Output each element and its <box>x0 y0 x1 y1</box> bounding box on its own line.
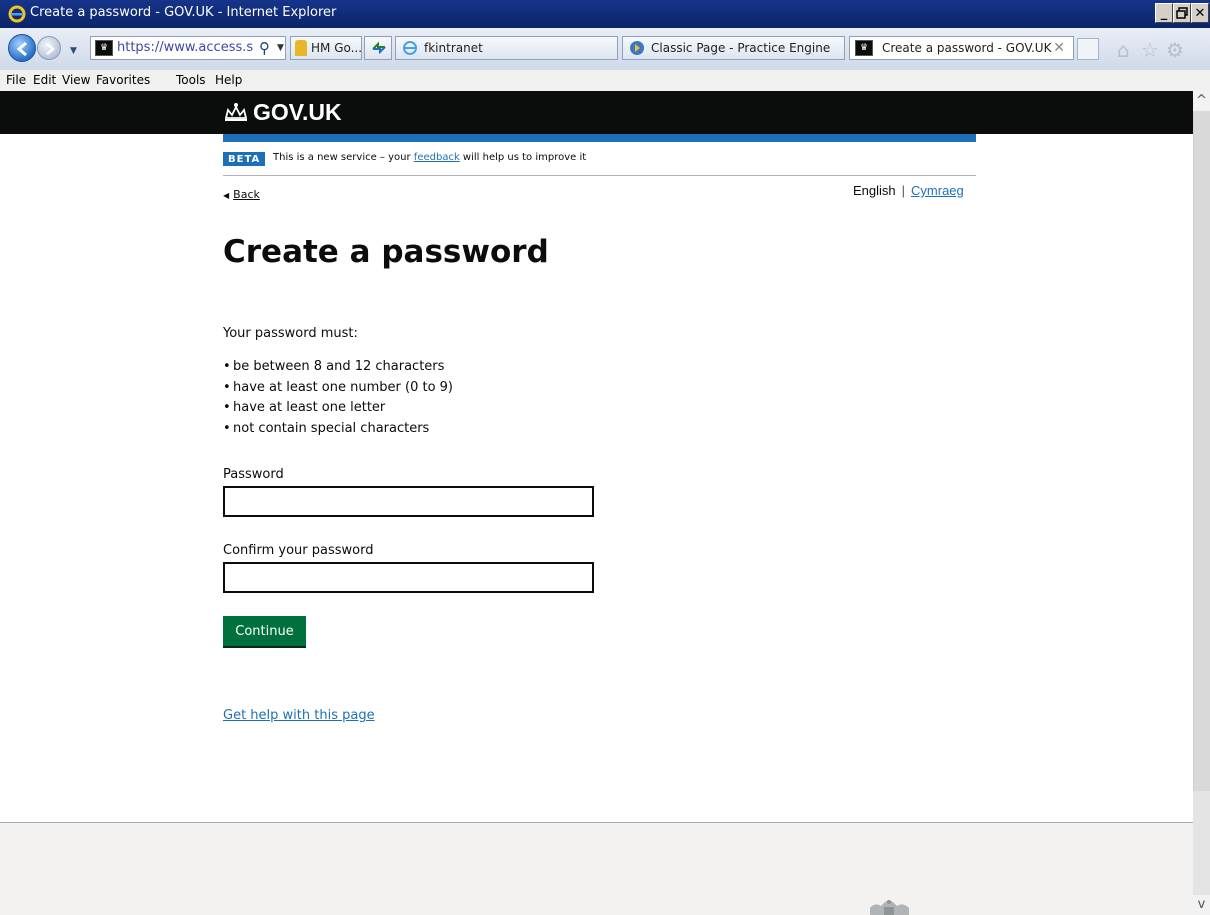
bullet-icon: • <box>223 359 231 374</box>
bullet-icon: • <box>223 400 231 415</box>
govuk-favicon-icon: ♛ <box>855 40 873 56</box>
window-title: Create a password - GOV.UK - Internet Ex… <box>30 5 337 20</box>
requirement-text: be between 8 and 12 characters <box>233 359 445 374</box>
tab-label: fkintranet <box>424 41 483 55</box>
list-item: • have at least one letter <box>223 400 453 421</box>
favorites-star-icon[interactable]: ☆ <box>1141 38 1159 62</box>
bullet-icon: • <box>223 420 231 436</box>
govuk-favicon-icon: ♛ <box>95 40 113 56</box>
back-link-label: Back <box>233 188 260 201</box>
list-item: • be between 8 and 12 characters <box>223 359 453 380</box>
get-help-link[interactable]: Get help with this page <box>223 708 375 723</box>
back-link[interactable]: ◀ Back <box>223 188 260 201</box>
new-tab-button[interactable] <box>1077 38 1099 60</box>
back-triangle-icon: ◀ <box>223 191 230 200</box>
menu-help[interactable]: Help <box>215 73 242 87</box>
phase-banner: BETA This is a new service – your feedba… <box>223 142 976 176</box>
menu-tools[interactable]: Tools <box>176 73 206 87</box>
address-bar[interactable]: ♛ https://www.access.s ⚲ ▼ <box>90 36 286 60</box>
lang-english: English <box>853 183 896 198</box>
page-title: Create a password <box>223 234 549 270</box>
tab-label: Classic Page - Practice Engine <box>651 41 831 55</box>
restore-icon <box>1176 7 1188 19</box>
continue-button[interactable]: Continue <box>223 616 306 648</box>
govuk-logo-link[interactable]: GOV.UK <box>223 99 342 126</box>
menu-bar: File Edit View Favorites Tools Help <box>0 70 1210 92</box>
govuk-header: GOV.UK <box>0 91 1193 134</box>
lang-separator: | <box>901 183 906 198</box>
password-label: Password <box>223 467 284 482</box>
beta-text-after: will help us to improve it <box>462 152 587 163</box>
menu-favorites[interactable]: Favorites <box>96 73 150 87</box>
scrollbar-thumb[interactable] <box>1193 111 1210 791</box>
menu-edit[interactable]: Edit <box>33 73 56 87</box>
practice-engine-icon <box>630 41 644 55</box>
compatibility-view-button[interactable] <box>364 36 392 60</box>
close-tab-icon[interactable]: ✕ <box>1053 40 1065 56</box>
menu-view[interactable]: View <box>62 73 90 87</box>
feedback-link[interactable]: feedback <box>414 152 460 163</box>
tab-label: HM Go... <box>311 41 362 55</box>
requirement-text: have at least one number (0 to 9) <box>233 379 453 395</box>
bullet-icon: • <box>223 379 231 395</box>
beta-banner-text: This is a new service – your feedback wi… <box>273 152 586 163</box>
navigation-bar: ▼ ♛ https://www.access.s ⚲ ▼ HM Go... fk… <box>0 28 1210 71</box>
recent-pages-dropdown-icon[interactable]: ▼ <box>70 46 77 56</box>
forward-button[interactable] <box>37 36 61 60</box>
scroll-up-icon[interactable]: ^ <box>1193 91 1210 111</box>
requirement-text: have at least one letter <box>233 400 386 415</box>
crown-icon <box>224 103 248 121</box>
govuk-brand-text: GOV.UK <box>253 99 342 125</box>
window-title-bar: Create a password - GOV.UK - Internet Ex… <box>0 0 1210 28</box>
tab-create-password[interactable]: ♛ Create a password - GOV.UK ✕ <box>849 36 1074 60</box>
beta-text-before: This is a new service – your <box>273 152 411 163</box>
tools-gear-icon[interactable]: ⚙ <box>1166 38 1184 62</box>
requirement-text: not contain special characters <box>233 420 430 436</box>
ie-logo-icon <box>8 5 26 23</box>
menu-file[interactable]: File <box>6 73 26 87</box>
list-item: • not contain special characters <box>223 421 453 442</box>
maximize-button[interactable] <box>1173 3 1191 23</box>
scroll-down-icon[interactable]: v <box>1193 895 1210 915</box>
language-toggle: English | Cymraeg <box>853 183 964 198</box>
royal-coat-of-arms-icon <box>870 900 909 915</box>
password-requirements: • be between 8 and 12 characters • have at… <box>223 359 453 441</box>
close-window-button[interactable]: ✕ <box>1191 3 1209 23</box>
tab-classic-page[interactable]: Classic Page - Practice Engine <box>622 36 845 60</box>
confirm-password-label: Confirm your password <box>223 543 374 558</box>
tab-fkintranet[interactable]: fkintranet <box>395 36 618 60</box>
search-icon[interactable]: ⚲ <box>259 39 270 57</box>
address-url[interactable]: https://www.access.s <box>117 40 253 55</box>
password-input[interactable] <box>223 486 594 517</box>
address-dropdown-icon[interactable]: ▼ <box>277 43 284 53</box>
govuk-footer <box>0 822 1193 915</box>
lang-welsh-link[interactable]: Cymraeg <box>911 183 964 198</box>
forward-arrow-icon <box>46 43 55 55</box>
tab-label: Create a password - GOV.UK <box>882 41 1052 55</box>
header-blue-bar <box>223 134 976 142</box>
back-button[interactable] <box>8 34 36 62</box>
lock-icon <box>295 40 307 56</box>
ie-icon <box>403 41 417 55</box>
tab-hm-gov[interactable]: HM Go... <box>290 36 362 60</box>
page-viewport: GOV.UK BETA This is a new service – your… <box>0 91 1193 915</box>
confirm-password-input[interactable] <box>223 562 594 593</box>
home-icon[interactable]: ⌂ <box>1117 38 1130 62</box>
back-arrow-icon <box>16 41 27 57</box>
beta-tag: BETA <box>223 152 266 166</box>
compatibility-icon <box>372 41 386 55</box>
minimize-button[interactable]: _ <box>1155 3 1173 23</box>
password-intro: Your password must: <box>223 326 358 341</box>
list-item: • have at least one number (0 to 9) <box>223 380 453 401</box>
page-scrollbar[interactable]: ^ v <box>1193 91 1210 915</box>
